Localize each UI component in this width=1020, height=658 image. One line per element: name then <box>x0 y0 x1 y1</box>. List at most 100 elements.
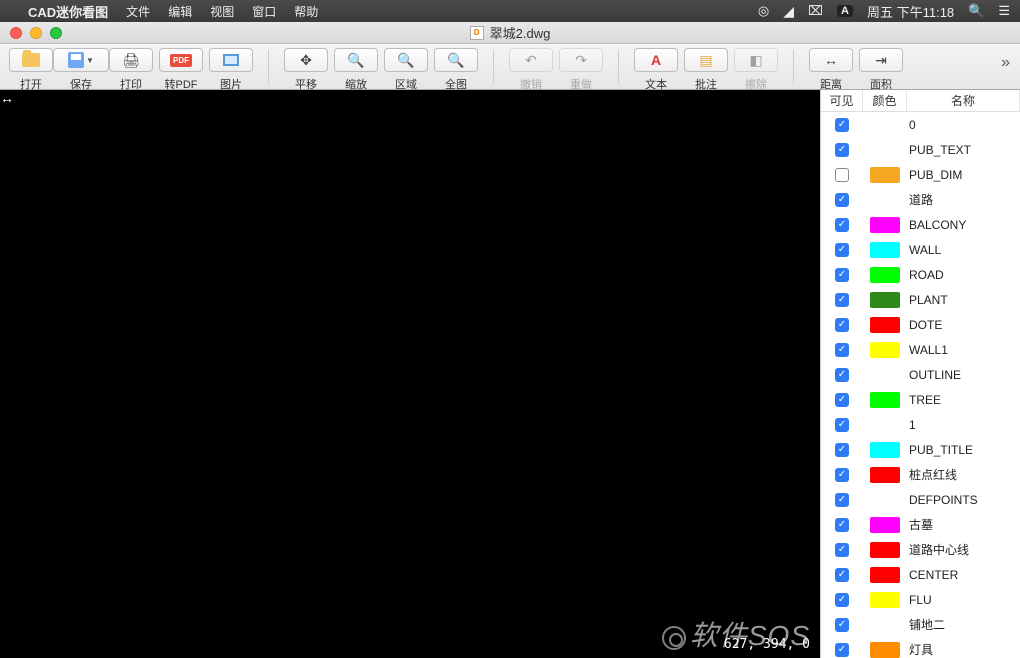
layer-color-swatch[interactable] <box>870 567 900 583</box>
layer-row[interactable]: ✓DEFPOINTS <box>821 487 1020 512</box>
layers-header: 可见 颜色 名称 <box>821 90 1020 112</box>
menu-list-icon[interactable]: ☰ <box>998 3 1010 19</box>
layer-row[interactable]: ✓WALL <box>821 237 1020 262</box>
layer-visibility-checkbox[interactable]: ✓ <box>835 568 849 582</box>
open-button[interactable]: 打开 <box>6 48 56 92</box>
layer-row[interactable]: ✓PLANT <box>821 287 1020 312</box>
text-button[interactable]: A 文本 <box>631 48 681 92</box>
layer-color-swatch[interactable] <box>870 592 900 608</box>
zoom-button[interactable]: 🔍 缩放 <box>331 48 381 92</box>
column-header-visible[interactable]: 可见 <box>821 90 863 111</box>
layer-color-swatch[interactable] <box>870 517 900 533</box>
layer-row[interactable]: ✓BALCONY <box>821 212 1020 237</box>
layer-color-swatch[interactable] <box>870 242 900 258</box>
menu-help[interactable]: 帮助 <box>294 3 318 20</box>
layer-row[interactable]: ✓道路 <box>821 187 1020 212</box>
layer-color-swatch[interactable] <box>870 342 900 358</box>
layer-color-swatch[interactable] <box>870 267 900 283</box>
creative-cloud-icon[interactable]: ◎ <box>758 3 769 19</box>
layer-row[interactable]: ✓DOTE <box>821 312 1020 337</box>
layer-visibility-checkbox[interactable]: ✓ <box>835 218 849 232</box>
layers-list[interactable]: ✓0✓PUB_TEXTPUB_DIM✓道路✓BALCONY✓WALL✓ROAD✓… <box>821 112 1020 658</box>
layer-visibility-checkbox[interactable]: ✓ <box>835 618 849 632</box>
menu-view[interactable]: 视图 <box>210 3 234 20</box>
layer-color-swatch[interactable] <box>870 317 900 333</box>
redo-button[interactable]: ↷ 重做 <box>556 48 606 92</box>
annotate-button[interactable]: ▤ 批注 <box>681 48 731 92</box>
layer-visibility-checkbox[interactable]: ✓ <box>835 293 849 307</box>
layer-row[interactable]: ✓灯具 <box>821 637 1020 658</box>
clock[interactable]: 周五 下午11:18 <box>867 2 954 21</box>
layer-row[interactable]: ✓古墓 <box>821 512 1020 537</box>
layer-row[interactable]: ✓道路中心线 <box>821 537 1020 562</box>
notification-icon[interactable]: ◢ <box>783 3 794 20</box>
layer-visibility-checkbox[interactable]: ✓ <box>835 318 849 332</box>
layer-row[interactable]: ✓1 <box>821 412 1020 437</box>
export-pdf-button[interactable]: PDF 转PDF <box>156 48 206 92</box>
toolbar-overflow-icon[interactable]: » <box>1001 48 1014 72</box>
zoom-fit-button[interactable]: 🔍 全图 <box>431 48 481 92</box>
layer-visibility-checkbox[interactable]: ✓ <box>835 418 849 432</box>
undo-button[interactable]: ↶ 撤销 <box>506 48 556 92</box>
layer-visibility-checkbox[interactable]: ✓ <box>835 268 849 282</box>
layer-row[interactable]: ✓TREE <box>821 387 1020 412</box>
menu-window[interactable]: 窗口 <box>252 3 276 20</box>
layer-visibility-checkbox[interactable]: ✓ <box>835 243 849 257</box>
layer-visibility-checkbox[interactable]: ✓ <box>835 343 849 357</box>
layer-visibility-checkbox[interactable]: ✓ <box>835 518 849 532</box>
layer-visibility-checkbox[interactable]: ✓ <box>835 368 849 382</box>
save-button[interactable]: ▼ 保存 <box>56 48 106 92</box>
layer-row[interactable]: ✓CENTER <box>821 562 1020 587</box>
layer-row[interactable]: ✓0 <box>821 112 1020 137</box>
layer-row[interactable]: ✓OUTLINE <box>821 362 1020 387</box>
zoom-region-button[interactable]: 🔍 区域 <box>381 48 431 92</box>
layer-row[interactable]: ✓PUB_TEXT <box>821 137 1020 162</box>
measure-area-button[interactable]: ⇥ 面积 <box>856 48 906 92</box>
layer-row[interactable]: ✓FLU <box>821 587 1020 612</box>
layer-visibility-checkbox[interactable]: ✓ <box>835 643 849 657</box>
layer-color-swatch[interactable] <box>870 467 900 483</box>
layer-row[interactable]: ✓PUB_TITLE <box>821 437 1020 462</box>
window-zoom-button[interactable] <box>50 27 62 39</box>
layer-row[interactable]: ✓桩点红线 <box>821 462 1020 487</box>
layer-visibility-checkbox[interactable]: ✓ <box>835 193 849 207</box>
drawing-canvas[interactable]: ↔ 627, 394, 0 软件SOS <box>0 90 820 658</box>
measure-distance-button[interactable]: ↔ 距离 <box>806 48 856 92</box>
layer-color-swatch[interactable] <box>870 167 900 183</box>
erase-button[interactable]: ◧ 擦除 <box>731 48 781 92</box>
export-image-button[interactable]: 图片 <box>206 48 256 92</box>
screen-mirror-icon[interactable]: ⌧ <box>808 3 823 19</box>
print-button[interactable]: 🖨 打印 <box>106 48 156 92</box>
layer-row[interactable]: ✓WALL1 <box>821 337 1020 362</box>
layer-color-swatch[interactable] <box>870 642 900 658</box>
spotlight-icon[interactable]: 🔍 <box>968 3 984 19</box>
main-area: ↔ 627, 394, 0 软件SOS 可见 颜色 名称 ✓0✓PUB_TEXT… <box>0 90 1020 658</box>
layer-visibility-checkbox[interactable]: ✓ <box>835 118 849 132</box>
menu-file[interactable]: 文件 <box>126 3 150 20</box>
column-header-color[interactable]: 颜色 <box>863 90 907 111</box>
window-close-button[interactable] <box>10 27 22 39</box>
layer-visibility-checkbox[interactable]: ✓ <box>835 143 849 157</box>
layer-visibility-checkbox[interactable]: ✓ <box>835 393 849 407</box>
window-minimize-button[interactable] <box>30 27 42 39</box>
layer-visibility-checkbox[interactable]: ✓ <box>835 443 849 457</box>
app-name[interactable]: CAD迷你看图 <box>28 2 108 21</box>
layer-visibility-checkbox[interactable]: ✓ <box>835 543 849 557</box>
layer-row[interactable]: ✓铺地二 <box>821 612 1020 637</box>
layer-color-swatch[interactable] <box>870 292 900 308</box>
column-header-name[interactable]: 名称 <box>907 90 1020 111</box>
layer-row[interactable]: ✓ ROAD <box>821 262 1020 287</box>
layer-color-swatch[interactable] <box>870 542 900 558</box>
layer-name: ROAD <box>907 268 1020 282</box>
input-method-badge[interactable]: A <box>837 5 853 17</box>
layer-visibility-checkbox[interactable]: ✓ <box>835 493 849 507</box>
layer-visibility-checkbox[interactable]: ✓ <box>835 593 849 607</box>
pan-button[interactable]: ✥ 平移 <box>281 48 331 92</box>
menu-edit[interactable]: 编辑 <box>168 3 192 20</box>
layer-color-swatch[interactable] <box>870 217 900 233</box>
layer-visibility-checkbox[interactable] <box>835 168 849 182</box>
layer-color-swatch[interactable] <box>870 392 900 408</box>
layer-color-swatch[interactable] <box>870 442 900 458</box>
layer-visibility-checkbox[interactable]: ✓ <box>835 468 849 482</box>
layer-row[interactable]: PUB_DIM <box>821 162 1020 187</box>
